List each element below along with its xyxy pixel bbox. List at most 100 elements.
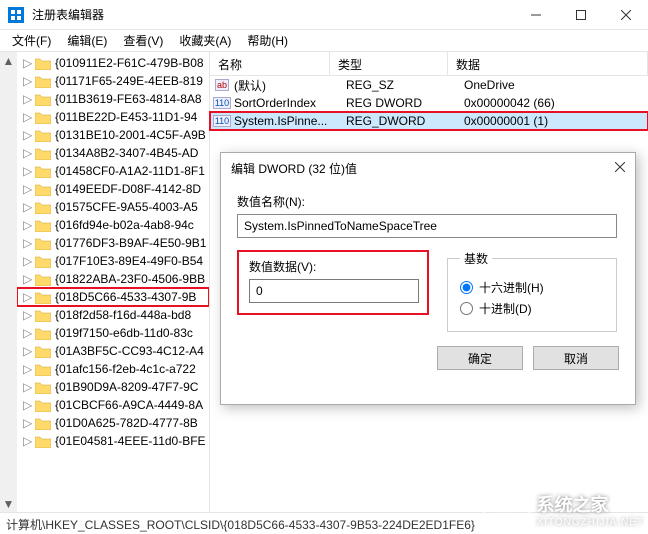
tree-item-label: {011BE22D-E453-11D1-94: [55, 110, 197, 124]
tree-item-label: {018D5C66-4533-4307-9B: [55, 290, 196, 304]
expand-icon[interactable]: ▷: [23, 74, 35, 88]
tree-item-label: {01B90D9A-8209-47F7-9C: [55, 380, 198, 394]
col-name[interactable]: 名称: [210, 52, 330, 75]
tree-item[interactable]: ▷{01E04581-4EEE-11d0-BFE: [17, 432, 209, 450]
tree-item[interactable]: ▷ {017F10E3-89E4-49F0-B54: [17, 252, 209, 270]
expand-icon[interactable]: ▷: [23, 254, 35, 268]
expand-icon[interactable]: ▷: [23, 182, 35, 196]
col-data[interactable]: 数据: [448, 52, 648, 75]
tree-item[interactable]: ▷{01A3BF5C-CC93-4C12-A4: [17, 342, 209, 360]
status-path: 计算机\HKEY_CLASSES_ROOT\CLSID\{018D5C66-45…: [6, 518, 475, 532]
tree-item-label: {01afc156-f2eb-4c1c-a722: [55, 362, 196, 376]
tree-item[interactable]: ▷ {0131BE10-2001-4C5F-A9B: [17, 126, 209, 144]
value-data-input[interactable]: [249, 279, 419, 303]
folder-icon: [35, 435, 51, 448]
list-row[interactable]: 110SortOrderIndexREG DWORD0x00000042 (66…: [210, 94, 648, 112]
tree-item[interactable]: ▷{01458CF0-A1A2-11D1-8F1: [17, 162, 209, 180]
tree-item-label: {01776DF3-B9AF-4E50-9B1: [55, 236, 206, 250]
expand-icon[interactable]: ▷: [23, 110, 35, 124]
tree-pane: ▲ ▼ ▷ {010911E2-F61C-479B-B08 ▷{01171F65-2…: [0, 52, 210, 512]
radix-dec-radio[interactable]: [460, 302, 473, 315]
folder-icon: [35, 345, 51, 358]
expand-icon[interactable]: ▷: [23, 236, 35, 250]
tree-item-label: {010911E2-F61C-479B-B08: [55, 56, 204, 70]
expand-icon[interactable]: ▷: [23, 308, 35, 322]
tree-item[interactable]: ▷ {019f7150-e6db-11d0-83c: [17, 324, 209, 342]
expand-icon[interactable]: ▷: [23, 92, 35, 106]
tree-item-label: {016fd94e-b02a-4ab8-94c: [55, 218, 194, 232]
cancel-button[interactable]: 取消: [533, 346, 619, 370]
expand-icon[interactable]: ▷: [23, 326, 35, 340]
title-bar: 注册表编辑器: [0, 0, 648, 30]
maximize-button[interactable]: [558, 0, 603, 29]
expand-icon[interactable]: ▷: [23, 380, 35, 394]
value-type: REG DWORD: [346, 96, 464, 110]
tree-item[interactable]: ▷{0134A8B2-3407-4B45-AD: [17, 144, 209, 162]
expand-icon[interactable]: ▷: [23, 146, 35, 160]
expand-icon[interactable]: ▷: [23, 56, 35, 70]
tree-item[interactable]: ▷{01822ABA-23F0-4506-9BB: [17, 270, 209, 288]
ok-button[interactable]: 确定: [437, 346, 523, 370]
menu-edit[interactable]: 编辑(E): [61, 30, 113, 51]
window-title: 注册表编辑器: [32, 6, 513, 23]
col-type[interactable]: 类型: [330, 52, 448, 75]
expand-icon[interactable]: ▷: [23, 128, 35, 142]
folder-icon: [35, 201, 51, 214]
folder-icon: [35, 57, 51, 70]
radix-hex-label: 十六进制(H): [479, 279, 544, 296]
tree-item[interactable]: ▷ {01B90D9A-8209-47F7-9C: [17, 378, 209, 396]
tree-item[interactable]: ▷ {018D5C66-4533-4307-9B: [17, 288, 209, 306]
tree-item[interactable]: ▷ {011BE22D-E453-11D1-94: [17, 108, 209, 126]
minimize-button[interactable]: [513, 0, 558, 29]
value-name-label: 数值名称(N):: [237, 193, 619, 210]
tree-item[interactable]: ▷{0149EEDF-D08F-4142-8D: [17, 180, 209, 198]
radix-hex-radio[interactable]: [460, 281, 473, 294]
menu-file[interactable]: 文件(F): [6, 30, 57, 51]
tree-item[interactable]: ▷{011B3619-FE63-4814-8A8: [17, 90, 209, 108]
folder-icon: [35, 255, 51, 268]
value-data-label: 数值数据(V):: [249, 258, 417, 275]
tree-item[interactable]: ▷ {01D0A625-782D-4777-8B: [17, 414, 209, 432]
tree-item[interactable]: ▷ {01776DF3-B9AF-4E50-9B1: [17, 234, 209, 252]
list-row[interactable]: 110System.IsPinne...REG_DWORD0x00000001 …: [210, 112, 648, 130]
folder-icon: [35, 273, 51, 286]
expand-icon[interactable]: ▷: [23, 218, 35, 232]
tree-item[interactable]: ▷{01CBCF66-A9CA-4449-8A: [17, 396, 209, 414]
tree-item[interactable]: ▷{01171F65-249E-4EEB-819: [17, 72, 209, 90]
tree-item[interactable]: ▷ {010911E2-F61C-479B-B08: [17, 54, 209, 72]
value-name-input[interactable]: [237, 214, 617, 238]
status-bar: 计算机\HKEY_CLASSES_ROOT\CLSID\{018D5C66-45…: [0, 512, 648, 534]
tree-item-label: {0131BE10-2001-4C5F-A9B: [55, 128, 206, 142]
folder-icon: [35, 93, 51, 106]
folder-icon: [35, 417, 51, 430]
expand-icon[interactable]: ▷: [23, 416, 35, 430]
dialog-titlebar: 编辑 DWORD (32 位)值: [221, 153, 635, 183]
dialog-close-button[interactable]: [585, 161, 625, 175]
menu-bar: 文件(F) 编辑(E) 查看(V) 收藏夹(A) 帮助(H): [0, 30, 648, 52]
list-row[interactable]: ab(默认)REG_SZOneDrive: [210, 76, 648, 94]
scroll-up-icon[interactable]: ▲: [0, 52, 17, 69]
tree-item-label: {01D0A625-782D-4777-8B: [55, 416, 198, 430]
tree-scrollbar[interactable]: ▲ ▼: [0, 52, 17, 512]
dialog-title: 编辑 DWORD (32 位)值: [231, 160, 585, 177]
expand-icon[interactable]: ▷: [23, 290, 35, 304]
expand-icon[interactable]: ▷: [23, 200, 35, 214]
tree-item[interactable]: ▷{018f2d58-f16d-448a-bd8: [17, 306, 209, 324]
scroll-down-icon[interactable]: ▼: [0, 495, 17, 512]
menu-favorites[interactable]: 收藏夹(A): [173, 30, 237, 51]
expand-icon[interactable]: ▷: [23, 434, 35, 448]
tree-item[interactable]: ▷ {01afc156-f2eb-4c1c-a722: [17, 360, 209, 378]
close-button[interactable]: [603, 0, 648, 29]
menu-view[interactable]: 查看(V): [117, 30, 169, 51]
expand-icon[interactable]: ▷: [23, 344, 35, 358]
tree-item[interactable]: ▷ {016fd94e-b02a-4ab8-94c: [17, 216, 209, 234]
expand-icon[interactable]: ▷: [23, 362, 35, 376]
tree-item[interactable]: ▷{01575CFE-9A55-4003-A5: [17, 198, 209, 216]
tree-item-label: {019f7150-e6db-11d0-83c: [55, 326, 193, 340]
menu-help[interactable]: 帮助(H): [241, 30, 294, 51]
expand-icon[interactable]: ▷: [23, 398, 35, 412]
expand-icon[interactable]: ▷: [23, 164, 35, 178]
expand-icon[interactable]: ▷: [23, 272, 35, 286]
value-name: SortOrderIndex: [234, 96, 346, 110]
tree-item-label: {017F10E3-89E4-49F0-B54: [55, 254, 203, 268]
